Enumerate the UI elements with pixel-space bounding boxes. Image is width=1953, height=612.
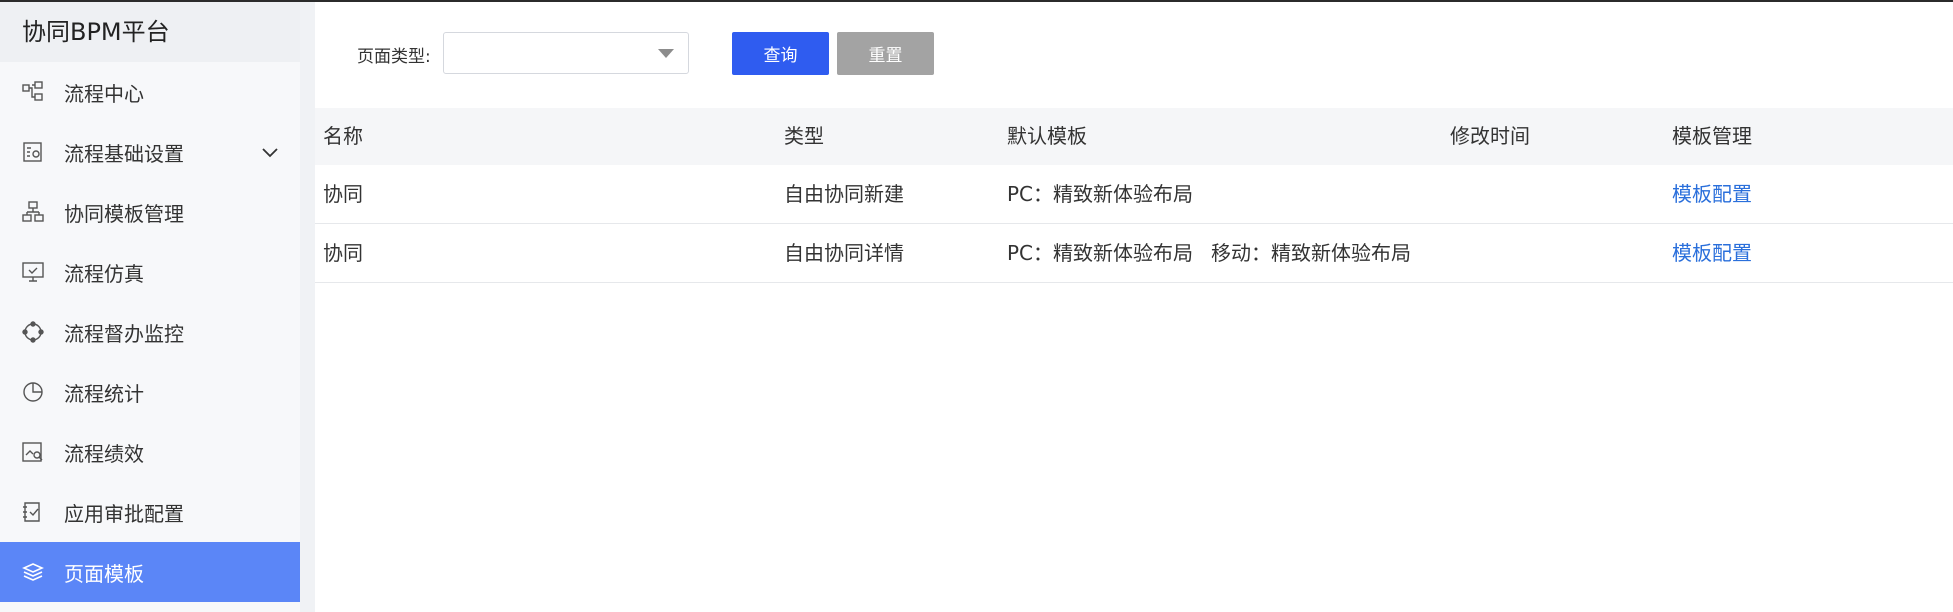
main-content: 页面类型: 查询 重置 名称 类型 默认模板 修改时间 模板管理 协同 自由协同… bbox=[315, 2, 1953, 612]
monitor-cycle-icon bbox=[21, 320, 45, 344]
column-header-default-template: 默认模板 bbox=[1007, 124, 1087, 148]
sidebar-item-simulation[interactable]: 流程仿真 bbox=[0, 242, 300, 302]
brand-title: 协同BPM平台 bbox=[0, 2, 300, 62]
template-table: 名称 类型 默认模板 修改时间 模板管理 协同 自由协同新建 PC：精致新体验布… bbox=[315, 108, 1953, 283]
column-header-name: 名称 bbox=[323, 124, 363, 148]
cell-name: 协同 bbox=[323, 182, 363, 206]
pie-chart-icon bbox=[21, 380, 45, 404]
template-config-link[interactable]: 模板配置 bbox=[1672, 224, 1752, 282]
table-header: 名称 类型 默认模板 修改时间 模板管理 bbox=[315, 108, 1953, 165]
monitor-icon bbox=[21, 260, 45, 284]
table-row: 协同 自由协同新建 PC：精致新体验布局 模板配置 bbox=[315, 165, 1953, 224]
sidebar-item-flow-settings[interactable]: 流程基础设置 bbox=[0, 122, 300, 182]
sidebar-item-label: 应用审批配置 bbox=[64, 501, 184, 526]
default-template-pc: PC：精致新体验布局 bbox=[1007, 241, 1194, 265]
filter-bar: 页面类型: 查询 重置 bbox=[315, 2, 1953, 106]
sidebar-item-statistics[interactable]: 流程统计 bbox=[0, 362, 300, 422]
sidebar-item-label: 流程基础设置 bbox=[64, 141, 184, 166]
caret-down-icon bbox=[658, 49, 674, 58]
layers-icon bbox=[21, 560, 45, 584]
sidebar-item-flow-center[interactable]: 流程中心 bbox=[0, 62, 300, 122]
sidebar-item-label: 流程绩效 bbox=[64, 441, 144, 466]
sidebar-item-label: 流程中心 bbox=[64, 81, 144, 106]
column-header-template-manage: 模板管理 bbox=[1672, 124, 1752, 148]
sidebar-item-approval-config[interactable]: 应用审批配置 bbox=[0, 482, 300, 542]
default-template-pc: PC：精致新体验布局 bbox=[1007, 182, 1194, 206]
column-header-type: 类型 bbox=[784, 124, 824, 148]
sidebar: 协同BPM平台 流程中心 流程基础设置 协同模板管理 流程仿真 流程督办监控 流… bbox=[0, 0, 315, 612]
sidebar-menu: 流程中心 流程基础设置 协同模板管理 流程仿真 流程督办监控 流程统计 流程绩效… bbox=[0, 62, 300, 602]
column-header-modified-time: 修改时间 bbox=[1450, 124, 1530, 148]
flow-center-icon bbox=[21, 80, 45, 104]
cell-name: 协同 bbox=[323, 241, 363, 265]
cell-type: 自由协同新建 bbox=[784, 182, 904, 206]
cell-type: 自由协同详情 bbox=[784, 241, 904, 265]
template-config-link[interactable]: 模板配置 bbox=[1672, 165, 1752, 223]
sidebar-item-label: 协同模板管理 bbox=[64, 201, 184, 226]
flow-settings-icon bbox=[21, 140, 45, 164]
template-manage-icon bbox=[21, 200, 45, 224]
page-type-label: 页面类型: bbox=[357, 47, 431, 67]
cell-default-template: PC：精致新体验布局 移动：精致新体验布局 bbox=[1007, 224, 1411, 282]
query-button[interactable]: 查询 bbox=[732, 32, 829, 75]
chevron-down-icon[interactable] bbox=[260, 142, 280, 162]
sidebar-item-label: 流程仿真 bbox=[64, 261, 144, 286]
default-template-mobile: 移动：精致新体验布局 bbox=[1211, 241, 1412, 265]
sidebar-item-performance[interactable]: 流程绩效 bbox=[0, 422, 300, 482]
sidebar-item-template-manage[interactable]: 协同模板管理 bbox=[0, 182, 300, 242]
sidebar-item-page-template[interactable]: 页面模板 bbox=[0, 542, 300, 602]
page-type-select[interactable] bbox=[443, 32, 689, 74]
approval-config-icon bbox=[21, 500, 45, 524]
sidebar-item-label: 页面模板 bbox=[64, 561, 144, 586]
window-top-border bbox=[0, 0, 1953, 2]
sidebar-item-label: 流程统计 bbox=[64, 381, 144, 406]
sidebar-item-label: 流程督办监控 bbox=[64, 321, 184, 346]
reset-button[interactable]: 重置 bbox=[837, 32, 934, 75]
table-row: 协同 自由协同详情 PC：精致新体验布局 移动：精致新体验布局 模板配置 bbox=[315, 224, 1953, 283]
sidebar-item-supervise[interactable]: 流程督办监控 bbox=[0, 302, 300, 362]
cell-default-template: PC：精致新体验布局 bbox=[1007, 165, 1193, 223]
performance-icon bbox=[21, 440, 45, 464]
